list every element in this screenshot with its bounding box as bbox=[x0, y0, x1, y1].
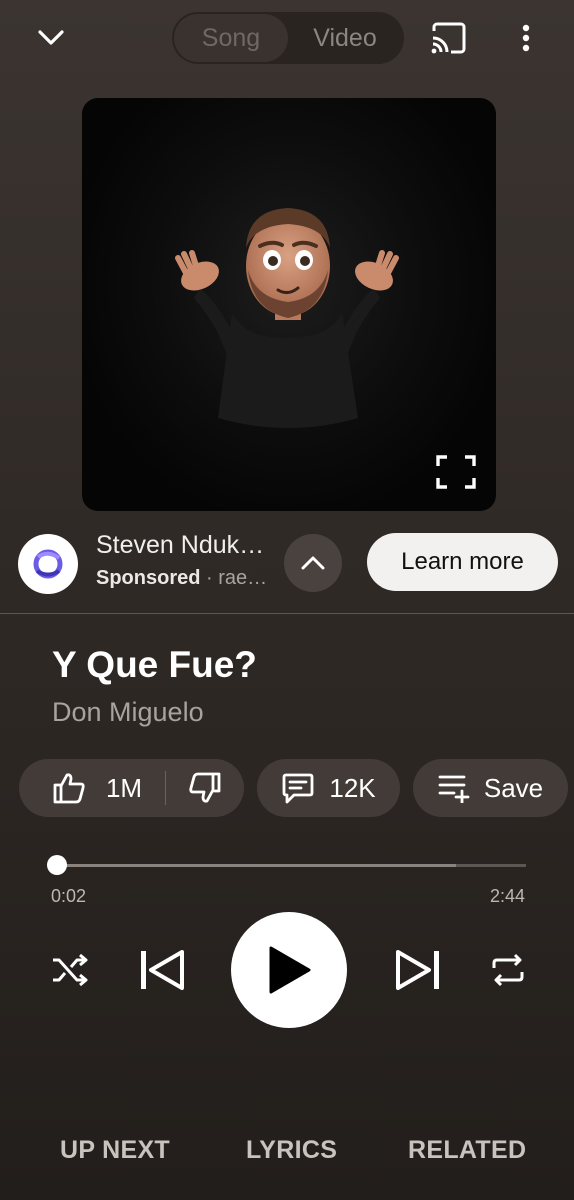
comment-icon bbox=[282, 773, 314, 804]
play-icon bbox=[269, 946, 311, 994]
seek-bar[interactable] bbox=[47, 855, 526, 875]
tab-up-next[interactable]: UP NEXT bbox=[60, 1136, 170, 1165]
now-playing-screen: Song Video Steven Nduk… Sponsored · rae…… bbox=[0, 0, 574, 1200]
save-button[interactable]: Save bbox=[413, 759, 568, 817]
comment-count: 12K bbox=[329, 772, 376, 803]
ad-expand-button[interactable] bbox=[284, 534, 342, 592]
song-video-toggle: Song Video bbox=[172, 12, 404, 64]
divider bbox=[0, 613, 574, 614]
learn-more-button[interactable]: Learn more bbox=[367, 533, 558, 591]
comments-button[interactable]: 12K bbox=[257, 759, 400, 817]
playlist-add-icon bbox=[438, 775, 470, 803]
advertiser-logo-icon bbox=[33, 549, 63, 579]
chevron-down-icon bbox=[38, 30, 64, 45]
cast-button[interactable] bbox=[424, 14, 474, 62]
save-label: Save bbox=[483, 772, 544, 803]
like-dislike-chip: 1M bbox=[19, 759, 244, 817]
next-button[interactable] bbox=[388, 938, 448, 1002]
memoji-shrug-image bbox=[175, 208, 399, 428]
ad-subtitle: Sponsored · rae… bbox=[96, 567, 272, 590]
thumb-up-icon bbox=[53, 773, 85, 804]
buffered-bar bbox=[57, 864, 456, 867]
skip-next-icon bbox=[396, 950, 439, 990]
video-player[interactable] bbox=[82, 98, 496, 511]
ad-domain: rae… bbox=[218, 567, 268, 589]
play-button[interactable] bbox=[231, 912, 347, 1028]
more-options-button[interactable] bbox=[504, 14, 548, 62]
current-time: 0:02 bbox=[51, 886, 87, 906]
dislike-button[interactable] bbox=[166, 759, 244, 817]
like-button[interactable]: 1M bbox=[19, 759, 165, 817]
song-title: Y Que Fue? bbox=[52, 644, 257, 685]
sponsored-label: Sponsored bbox=[96, 567, 201, 589]
seek-thumb[interactable] bbox=[47, 855, 67, 875]
tab-related[interactable]: RELATED bbox=[408, 1136, 526, 1165]
video-tab[interactable]: Video bbox=[288, 14, 402, 62]
repeat-button[interactable] bbox=[482, 944, 534, 996]
thumb-down-icon bbox=[189, 772, 221, 803]
chevron-up-icon bbox=[301, 556, 325, 570]
more-vert-icon bbox=[522, 24, 530, 52]
previous-button[interactable] bbox=[132, 938, 192, 1002]
separator-dot: · bbox=[206, 567, 219, 589]
fullscreen-icon[interactable] bbox=[436, 455, 476, 489]
song-tab[interactable]: Song bbox=[174, 14, 288, 62]
repeat-icon bbox=[492, 953, 524, 987]
like-count: 1M bbox=[105, 772, 143, 803]
shuffle-icon bbox=[53, 954, 88, 986]
artist-name[interactable]: Don Miguelo bbox=[52, 697, 204, 728]
duration: 2:44 bbox=[490, 886, 526, 906]
tab-lyrics[interactable]: LYRICS bbox=[246, 1136, 337, 1165]
shuffle-button[interactable] bbox=[44, 944, 96, 996]
collapse-player-button[interactable] bbox=[26, 14, 76, 62]
cast-icon bbox=[431, 22, 466, 54]
advertiser-name[interactable]: Steven Nduk… bbox=[96, 531, 272, 560]
skip-previous-icon bbox=[141, 950, 184, 990]
advertiser-logo[interactable] bbox=[18, 534, 78, 594]
